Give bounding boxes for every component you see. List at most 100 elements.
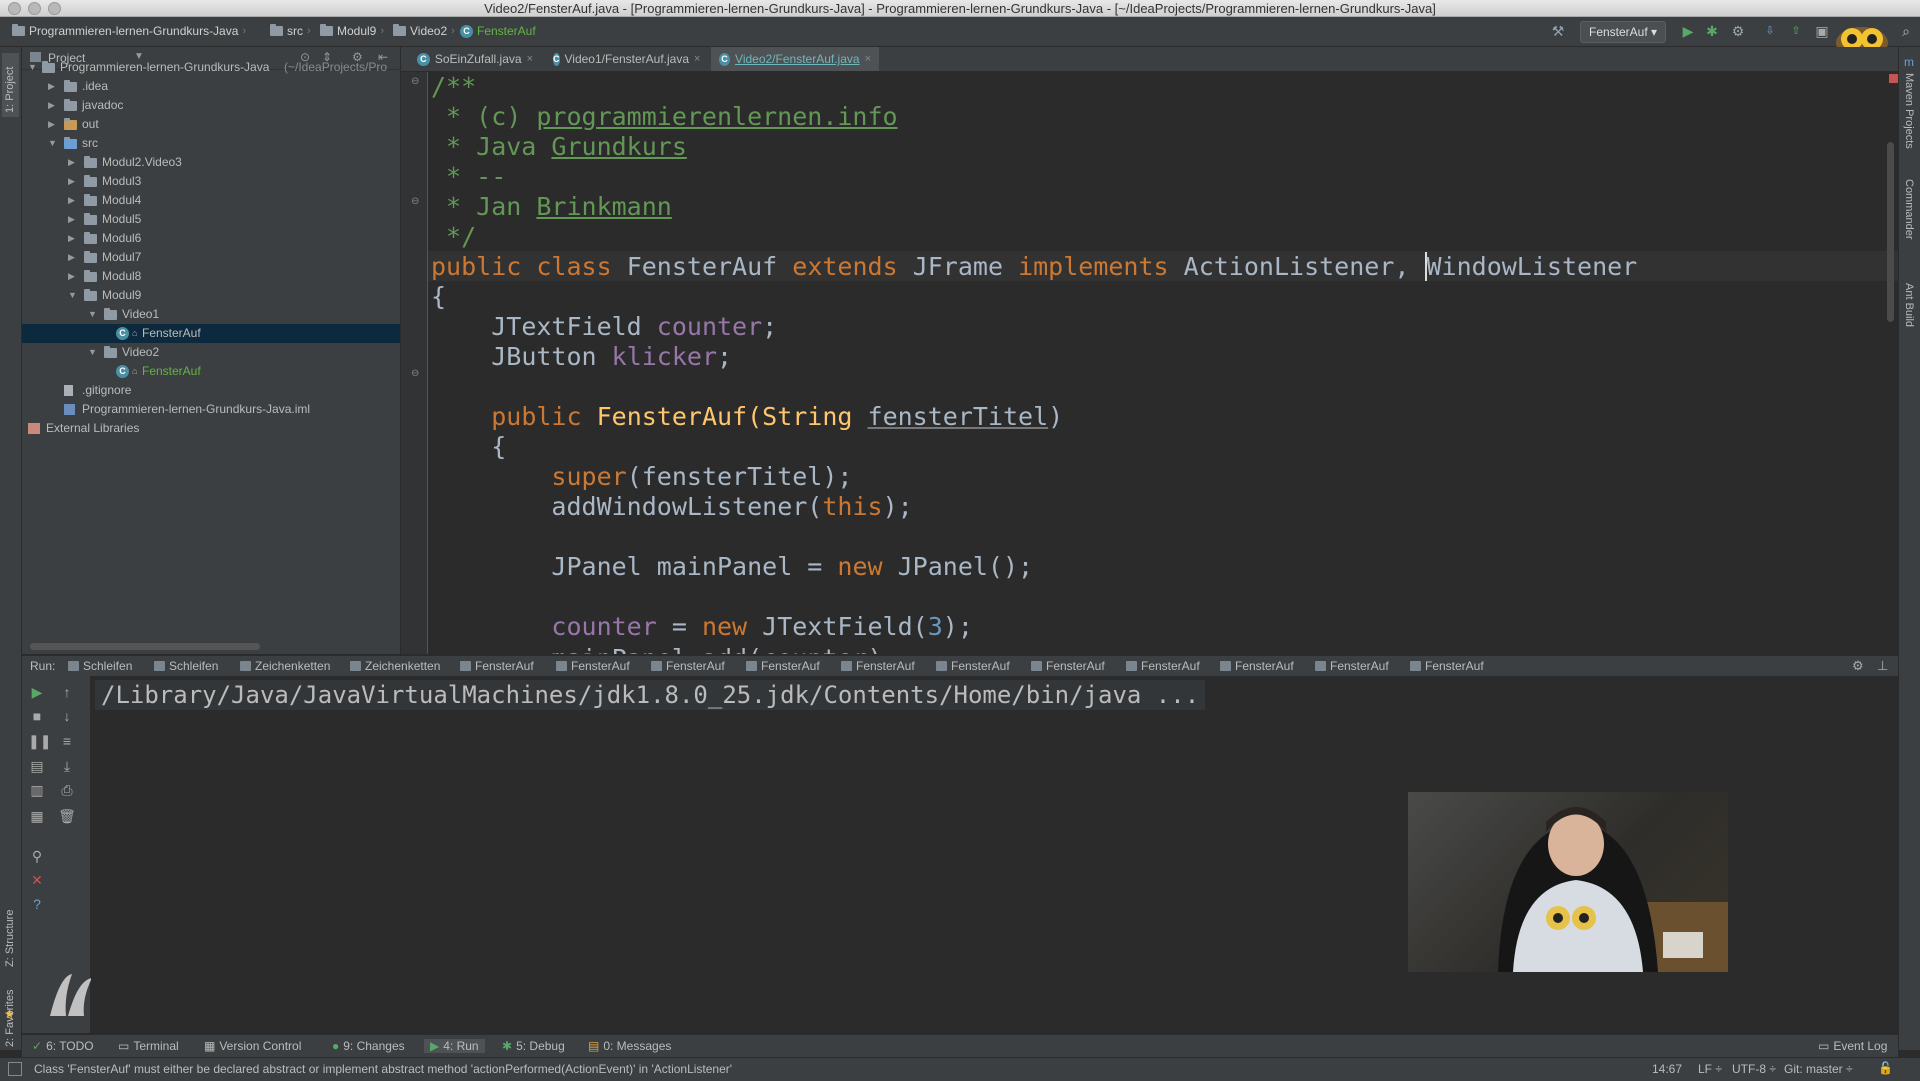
event-log-tool-button[interactable]: ▭ Event Log	[1818, 1039, 1887, 1053]
print-icon[interactable]: ⎙	[58, 782, 76, 799]
run-tab[interactable]: Schleifen	[154, 659, 218, 673]
run-tab[interactable]: FensterAuf	[746, 659, 820, 673]
tree-item[interactable]: Programmieren-lernen-Grundkurs-Java.iml	[22, 400, 400, 419]
project-tool-label[interactable]: 1: Project	[4, 67, 16, 113]
run-tab[interactable]: FensterAuf	[460, 659, 534, 673]
chevron-right-icon[interactable]: ▶	[68, 153, 75, 172]
breadcrumb-video2[interactable]: Video2 ›	[393, 24, 455, 38]
chevron-right-icon[interactable]: ▶	[48, 77, 55, 96]
tree-item[interactable]: ▶ .idea	[22, 77, 400, 96]
run-tab[interactable]: Zeichenketten	[240, 659, 330, 673]
dump-threads-icon[interactable]: ▤	[28, 758, 46, 775]
tab-video2-fensterauf[interactable]: C Video2/FensterAuf.java ×	[711, 47, 879, 71]
lock-icon[interactable]: 🔓	[1878, 1061, 1893, 1075]
run-tool-button[interactable]: ▶ 4: Run	[424, 1039, 485, 1053]
todo-tool-button[interactable]: ✓ 6: TODO	[32, 1039, 94, 1053]
arrow-up-icon[interactable]: ↑	[58, 684, 76, 700]
fold-icon[interactable]: ⊖	[411, 76, 419, 87]
fold-icon[interactable]: ⊖	[411, 368, 419, 379]
commander-tool-label[interactable]: Commander	[1903, 179, 1915, 240]
maven-projects-tool-label[interactable]: Maven Projects	[1903, 73, 1915, 149]
tree-scrollbar[interactable]	[30, 643, 260, 650]
layout-icon[interactable]: ▥	[28, 782, 46, 799]
chevron-right-icon[interactable]: ▶	[68, 267, 75, 286]
version-control-tool-button[interactable]: ▦ Version Control	[204, 1039, 301, 1053]
tree-item[interactable]: .gitignore	[22, 381, 400, 400]
search-icon[interactable]: ⌕	[1898, 23, 1914, 39]
rerun-icon[interactable]: ▶	[28, 684, 46, 701]
build-icon[interactable]: ⚒	[1550, 23, 1566, 39]
tab-video1-fensterauf[interactable]: C Video1/FensterAuf.java ×	[545, 47, 705, 71]
chevron-right-icon[interactable]: ▶	[68, 191, 75, 210]
caret-position[interactable]: 14:67	[1652, 1062, 1682, 1076]
toggle-tool-windows-icon[interactable]	[8, 1062, 22, 1076]
tree-item[interactable]: ▶ Modul2.Video3	[22, 153, 400, 172]
arrow-down-icon[interactable]: ↓	[58, 708, 76, 724]
editor-scrollbar[interactable]	[1887, 142, 1894, 322]
tree-item[interactable]: ▶ javadoc	[22, 96, 400, 115]
chevron-down-icon[interactable]: ▼	[48, 134, 57, 153]
code-editor[interactable]: ⊖ ⊖ ⊖ /** * (c) programmierenlernen.info…	[401, 72, 1898, 654]
encoding-select[interactable]: UTF-8 ÷	[1732, 1062, 1776, 1076]
tree-item[interactable]: ▼ Modul9	[22, 286, 400, 305]
tree-item[interactable]: ▼ Video1	[22, 305, 400, 324]
chevron-down-icon[interactable]: ▼	[88, 343, 97, 362]
tree-item[interactable]: ▶ Modul5	[22, 210, 400, 229]
chevron-right-icon[interactable]: ▶	[68, 248, 75, 267]
run-tab[interactable]: FensterAuf	[1410, 659, 1484, 673]
run-tab[interactable]: FensterAuf	[556, 659, 630, 673]
vcs-commit-icon[interactable]: ⇧	[1788, 23, 1804, 39]
soft-wrap-icon[interactable]: ≡	[58, 733, 76, 749]
structure-tool-label[interactable]: Z: Structure	[4, 910, 16, 967]
tree-root-project[interactable]: ▼ Programmieren-lernen-Grundkurs-Java (~/I…	[22, 58, 400, 77]
tree-item[interactable]: External Libraries	[22, 419, 400, 438]
run-icon[interactable]: ▶	[1680, 23, 1696, 39]
trash-icon[interactable]: 🗑	[58, 808, 76, 825]
fold-icon[interactable]: ⊖	[411, 196, 419, 207]
layout-icon[interactable]: ▦	[28, 808, 46, 825]
run-tab[interactable]: FensterAuf	[1126, 659, 1200, 673]
scroll-to-end-icon[interactable]: ⤓	[58, 758, 76, 775]
chevron-right-icon[interactable]: ▶	[48, 115, 55, 134]
run-tab[interactable]: Zeichenketten	[350, 659, 440, 673]
run-tab[interactable]: FensterAuf	[936, 659, 1010, 673]
debug-tool-button[interactable]: ✱ 5: Debug	[502, 1039, 565, 1053]
tree-item[interactable]: ▶ out	[22, 115, 400, 134]
run-tab[interactable]: Schleifen	[68, 659, 132, 673]
chevron-right-icon[interactable]: ▶	[68, 172, 75, 191]
tree-item[interactable]: ▼ src	[22, 134, 400, 153]
pin-icon[interactable]: ⚲	[28, 848, 46, 865]
breadcrumb-fensterauf[interactable]: C FensterAuf	[460, 24, 536, 38]
breadcrumb-project[interactable]: Programmieren-lernen-Grundkurs-Java ›	[12, 24, 246, 38]
tree-item[interactable]: ▶ Modul6	[22, 229, 400, 248]
stop-icon[interactable]: ■	[28, 708, 46, 724]
vcs-update-icon[interactable]: ⇩	[1762, 23, 1778, 39]
chevron-down-icon[interactable]: ▼	[88, 305, 97, 324]
messages-tool-button[interactable]: ▤ 0: Messages	[588, 1039, 671, 1053]
debug-icon[interactable]: ✱	[1704, 23, 1720, 39]
tree-item[interactable]: ▼ Video2	[22, 343, 400, 362]
chevron-right-icon[interactable]: ▶	[68, 210, 75, 229]
chevron-down-icon[interactable]: ▼	[28, 58, 37, 77]
run-tab[interactable]: FensterAuf	[1315, 659, 1389, 673]
error-stripe-marker[interactable]	[1889, 74, 1898, 83]
close-icon[interactable]: ✕	[28, 872, 46, 889]
chevron-right-icon[interactable]: ▶	[68, 229, 75, 248]
tree-item[interactable]: ▶ Modul8	[22, 267, 400, 286]
tree-item[interactable]: ▶ Modul3	[22, 172, 400, 191]
tree-item[interactable]: C ⌂ FensterAuf	[22, 362, 400, 381]
chevron-down-icon[interactable]: ▼	[68, 286, 77, 305]
pause-icon[interactable]: ❚❚	[28, 733, 51, 750]
hide-panel-icon[interactable]: ⊥	[1877, 658, 1888, 674]
run-tab[interactable]: FensterAuf	[841, 659, 915, 673]
run-tab[interactable]: FensterAuf	[1220, 659, 1294, 673]
terminal-tool-button[interactable]: ▭ Terminal	[118, 1039, 179, 1053]
tree-item[interactable]: C ⌂ FensterAuf	[22, 324, 400, 343]
tree-item[interactable]: ▶ Modul7	[22, 248, 400, 267]
coverage-icon[interactable]: ⚙	[1730, 23, 1746, 39]
gear-icon[interactable]: ⚙	[1852, 658, 1864, 674]
close-icon[interactable]: ×	[694, 47, 700, 71]
run-configuration-select[interactable]: FensterAuf ▾	[1580, 21, 1667, 43]
settings-icon[interactable]: ▣	[1814, 23, 1830, 39]
git-branch-select[interactable]: Git: master ÷	[1784, 1062, 1853, 1076]
